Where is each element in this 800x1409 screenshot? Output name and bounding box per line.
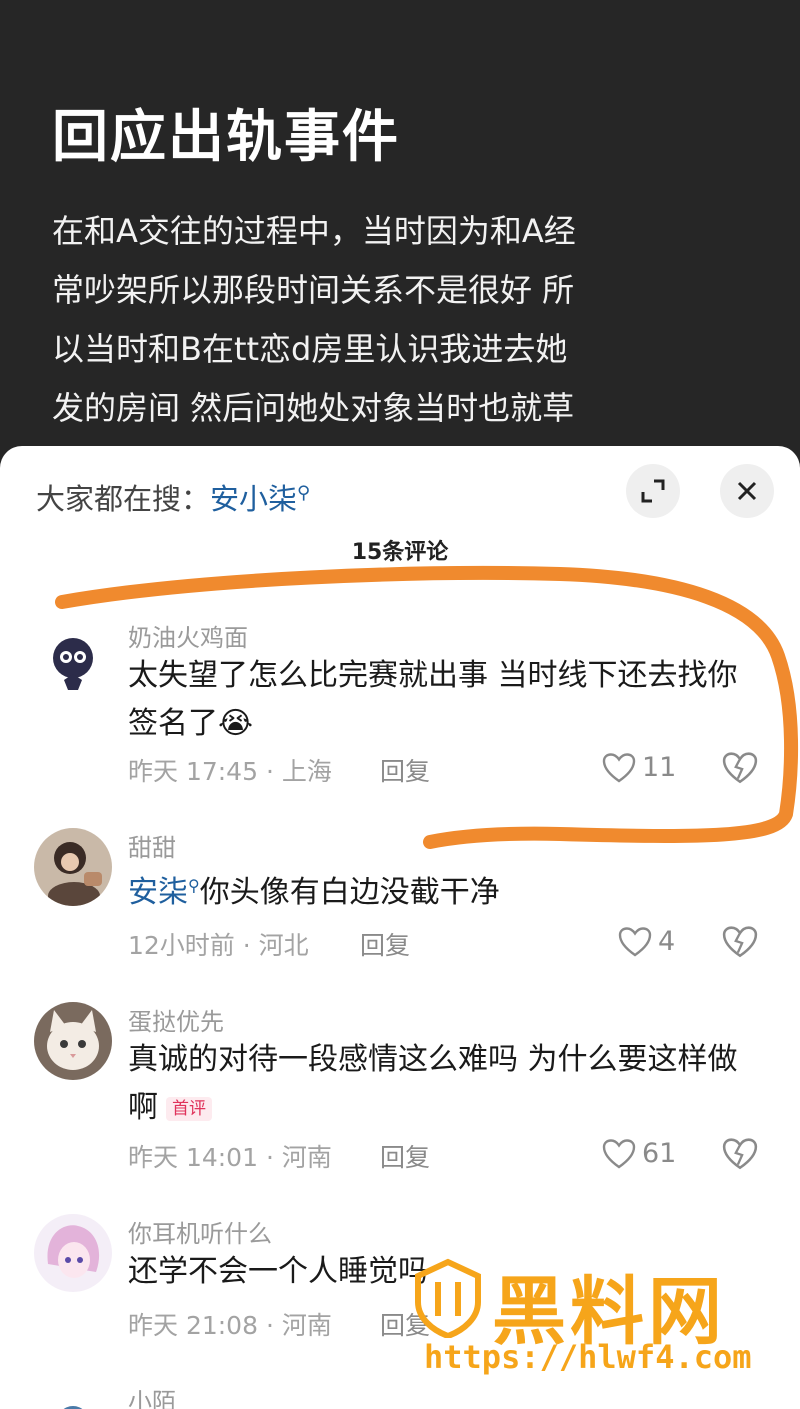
post-content: 回应出轨事件 在和A交往的过程中，当时因为和A经 常吵架所以那段时间关系不是很好… <box>0 0 800 470</box>
watermark: 黑料网 https://hlwf4.com <box>410 1252 800 1392</box>
watermark-url: https://hlwf4.com <box>424 1338 752 1376</box>
watermark-logo-icon <box>415 1258 481 1338</box>
post-title: 回应出轨事件 <box>52 105 400 170</box>
post-line: 常吵架所以那段时间关系不是很好 所 <box>52 271 575 309</box>
post-line: 发的房间 然后问她处对象当时也就草 <box>52 389 575 427</box>
post-line: 以当时和B在tt恋d房里认识我进去她 <box>52 330 568 368</box>
post-line: 在和A交往的过程中，当时因为和A经 <box>52 212 576 250</box>
post-body: 在和A交往的过程中，当时因为和A经 常吵架所以那段时间关系不是很好 所 以当时和… <box>52 202 642 438</box>
